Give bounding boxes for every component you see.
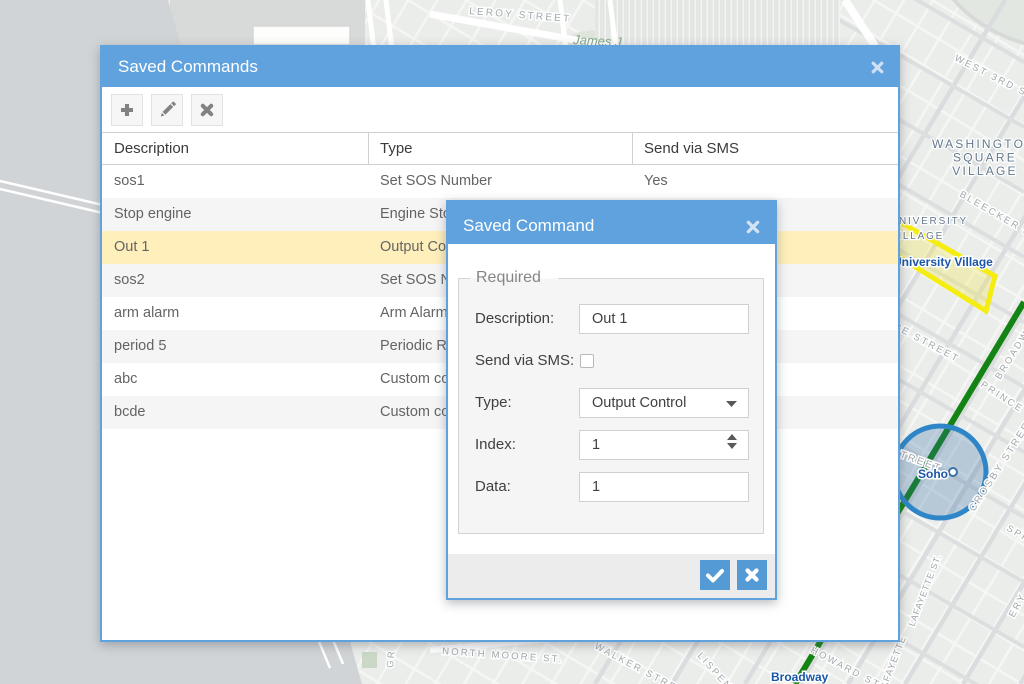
svg-text:SQUARE: SQUARE	[953, 151, 1017, 165]
svg-text:WASHINGTON: WASHINGTON	[932, 137, 1024, 151]
svg-text:University Village: University Village	[893, 255, 993, 269]
svg-text:Broadway: Broadway	[771, 670, 829, 684]
svg-text:UNIVERSITY: UNIVERSITY	[890, 216, 968, 227]
svg-text:GR: GR	[385, 649, 398, 669]
svg-text:Soho: Soho	[918, 467, 948, 481]
svg-text:VILLAGE: VILLAGE	[952, 164, 1017, 178]
